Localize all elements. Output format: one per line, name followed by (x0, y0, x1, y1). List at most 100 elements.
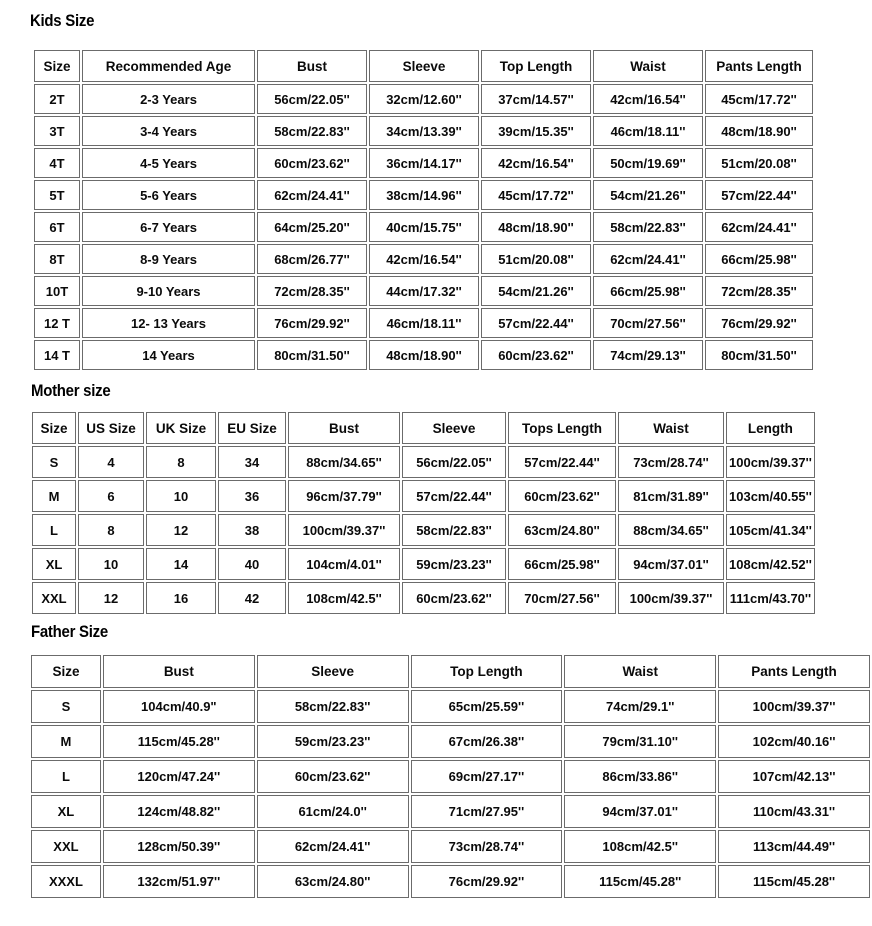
table-row: 10T 9-10 Years 72cm/28.35'' 44cm/17.32''… (34, 276, 813, 306)
cell-pants-length: 51cm/20.08'' (705, 148, 813, 178)
table-row: M 115cm/45.28'' 59cm/23.23'' 67cm/26.38'… (31, 725, 870, 758)
cell-tops-length: 70cm/27.56'' (508, 582, 616, 614)
column-header-bust: Bust (102, 655, 255, 688)
cell-waist: 88cm/34.65'' (618, 514, 724, 546)
mother-size-table-wrapper: Size US Size UK Size EU Size Bust Sleeve… (30, 410, 817, 616)
mother-size-title: Mother size (31, 381, 111, 400)
cell-pants-length: 57cm/22.44'' (705, 180, 813, 210)
cell-pants-length: 102cm/40.16'' (718, 725, 870, 758)
column-header-us-size: US Size (78, 412, 144, 444)
cell-pants-length: 76cm/29.92'' (705, 308, 813, 338)
cell-top-length: 73cm/28.74'' (410, 830, 563, 863)
column-header-bust: Bust (257, 50, 367, 82)
cell-sleeve: 60cm/23.62'' (256, 760, 409, 793)
cell-bust: 104cm/40.9" (102, 690, 255, 723)
cell-bust: 56cm/22.05'' (257, 84, 367, 114)
kids-size-table: Size Recommended Age Bust Sleeve Top Len… (32, 48, 815, 372)
cell-bust: 64cm/25.20'' (257, 212, 367, 242)
cell-sleeve: 56cm/22.05'' (402, 446, 506, 478)
column-header-top-length: Top Length (410, 655, 563, 688)
cell-bust: 120cm/47.24'' (102, 760, 255, 793)
column-header-size: Size (32, 412, 76, 444)
cell-us-size: 4 (78, 446, 144, 478)
column-header-size: Size (34, 50, 80, 82)
column-header-uk-size: UK Size (146, 412, 216, 444)
cell-sleeve: 62cm/24.41'' (256, 830, 409, 863)
table-row: 8T 8-9 Years 68cm/26.77'' 42cm/16.54'' 5… (34, 244, 813, 274)
table-row: 12 T 12- 13 Years 76cm/29.92'' 46cm/18.1… (34, 308, 813, 338)
cell-sleeve: 59cm/23.23'' (402, 548, 506, 580)
cell-sleeve: 60cm/23.62'' (402, 582, 506, 614)
mother-size-table: Size US Size UK Size EU Size Bust Sleeve… (30, 410, 817, 616)
cell-top-length: 67cm/26.38'' (410, 725, 563, 758)
cell-top-length: 42cm/16.54'' (481, 148, 591, 178)
cell-age: 12- 13 Years (82, 308, 255, 338)
column-header-waist: Waist (593, 50, 703, 82)
cell-pants-length: 72cm/28.35'' (705, 276, 813, 306)
cell-eu-size: 42 (218, 582, 286, 614)
cell-size: 3T (34, 116, 80, 146)
cell-waist: 73cm/28.74'' (618, 446, 724, 478)
cell-age: 6-7 Years (82, 212, 255, 242)
cell-eu-size: 40 (218, 548, 286, 580)
table-row: XXXL 132cm/51.97'' 63cm/24.80'' 76cm/29.… (31, 865, 870, 898)
cell-waist: 46cm/18.11'' (593, 116, 703, 146)
cell-pants-length: 48cm/18.90'' (705, 116, 813, 146)
cell-bust: 96cm/37.79'' (288, 480, 400, 512)
table-row: 5T 5-6 Years 62cm/24.41'' 38cm/14.96'' 4… (34, 180, 813, 210)
cell-size: XL (31, 795, 101, 828)
cell-pants-length: 66cm/25.98'' (705, 244, 813, 274)
column-header-bust: Bust (288, 412, 400, 444)
cell-length: 108cm/42.52'' (726, 548, 815, 580)
table-header-row: Size US Size UK Size EU Size Bust Sleeve… (32, 412, 815, 444)
cell-eu-size: 34 (218, 446, 286, 478)
cell-age: 2-3 Years (82, 84, 255, 114)
cell-size: 6T (34, 212, 80, 242)
table-row: S 4 8 34 88cm/34.65'' 56cm/22.05'' 57cm/… (32, 446, 815, 478)
table-row: S 104cm/40.9" 58cm/22.83'' 65cm/25.59'' … (31, 690, 870, 723)
size-chart-page: Kids Size Size Recommended Age Bust Slee… (0, 0, 872, 926)
cell-top-length: 65cm/25.59'' (410, 690, 563, 723)
table-header-row: Size Bust Sleeve Top Length Waist Pants … (31, 655, 870, 688)
cell-waist: 66cm/25.98'' (593, 276, 703, 306)
cell-top-length: 39cm/15.35'' (481, 116, 591, 146)
cell-waist: 94cm/37.01'' (618, 548, 724, 580)
cell-uk-size: 16 (146, 582, 216, 614)
cell-tops-length: 63cm/24.80'' (508, 514, 616, 546)
cell-waist: 42cm/16.54'' (593, 84, 703, 114)
cell-sleeve: 57cm/22.44'' (402, 480, 506, 512)
cell-sleeve: 63cm/24.80'' (256, 865, 409, 898)
cell-top-length: 76cm/29.92'' (410, 865, 563, 898)
cell-age: 3-4 Years (82, 116, 255, 146)
table-row: 3T 3-4 Years 58cm/22.83'' 34cm/13.39'' 3… (34, 116, 813, 146)
column-header-pants-length: Pants Length (718, 655, 870, 688)
cell-sleeve: 58cm/22.83'' (256, 690, 409, 723)
cell-uk-size: 14 (146, 548, 216, 580)
cell-pants-length: 110cm/43.31'' (718, 795, 870, 828)
cell-bust: 128cm/50.39'' (102, 830, 255, 863)
table-row: XL 124cm/48.82'' 61cm/24.0'' 71cm/27.95'… (31, 795, 870, 828)
cell-top-length: 69cm/27.17'' (410, 760, 563, 793)
cell-top-length: 57cm/22.44'' (481, 308, 591, 338)
column-header-tops-length: Tops Length (508, 412, 616, 444)
cell-bust: 80cm/31.50'' (257, 340, 367, 370)
cell-sleeve: 36cm/14.17'' (369, 148, 479, 178)
cell-size: M (32, 480, 76, 512)
cell-top-length: 51cm/20.08'' (481, 244, 591, 274)
cell-pants-length: 62cm/24.41'' (705, 212, 813, 242)
cell-bust: 104cm/4.01'' (288, 548, 400, 580)
cell-bust: 76cm/29.92'' (257, 308, 367, 338)
cell-tops-length: 66cm/25.98'' (508, 548, 616, 580)
cell-waist: 81cm/31.89'' (618, 480, 724, 512)
cell-size: XL (32, 548, 76, 580)
cell-sleeve: 46cm/18.11'' (369, 308, 479, 338)
cell-tops-length: 60cm/23.62'' (508, 480, 616, 512)
column-header-eu-size: EU Size (218, 412, 286, 444)
column-header-sleeve: Sleeve (402, 412, 506, 444)
father-size-table: Size Bust Sleeve Top Length Waist Pants … (29, 653, 872, 900)
cell-sleeve: 42cm/16.54'' (369, 244, 479, 274)
cell-length: 100cm/39.37'' (726, 446, 815, 478)
table-row: L 120cm/47.24'' 60cm/23.62'' 69cm/27.17'… (31, 760, 870, 793)
column-header-top-length: Top Length (481, 50, 591, 82)
column-header-waist: Waist (618, 412, 724, 444)
